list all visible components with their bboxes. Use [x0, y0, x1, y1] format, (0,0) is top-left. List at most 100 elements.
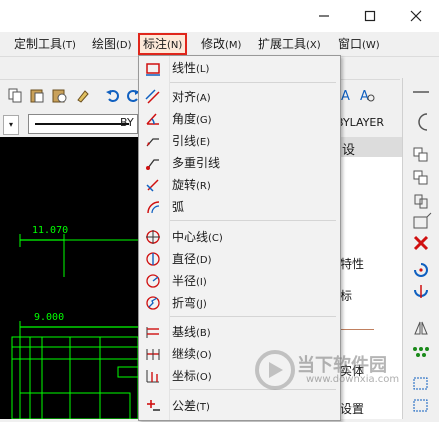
menu-item-rotated[interactable]: 旋转(R): [139, 174, 340, 196]
menu-label: 修改: [201, 37, 226, 51]
menu-extension-tools[interactable]: 扩展工具(X): [258, 35, 321, 53]
maximize-icon: [364, 10, 376, 22]
menu-accel: (D): [116, 40, 132, 51]
svg-text:A: A: [341, 89, 350, 103]
maximize-button[interactable]: [347, 0, 393, 32]
aligned-dim-icon: [145, 89, 160, 104]
baseline-icon: [146, 327, 159, 338]
menu-item-diameter[interactable]: 直径(D): [139, 248, 340, 270]
menu-item-label: 线性(L): [172, 61, 210, 75]
copy-icon[interactable]: [6, 86, 24, 104]
menu-accel: (X): [306, 40, 321, 51]
menu-item-tolerance[interactable]: 公差(T): [139, 395, 340, 417]
move-copy-icon[interactable]: [413, 170, 428, 185]
stretch-icon[interactable]: [413, 212, 432, 229]
menu-draw[interactable]: 绘图(D): [92, 35, 132, 53]
mirror-icon[interactable]: [414, 285, 428, 298]
radius-icon: [146, 274, 160, 288]
arc-length-icon: [147, 201, 160, 214]
menu-item-label: 继续(O): [172, 347, 212, 361]
menu-separator: [170, 220, 336, 221]
panel-divider: [340, 329, 374, 330]
paste-icon[interactable]: [28, 86, 46, 104]
rotate-icon[interactable]: [414, 263, 428, 277]
settings-label: 设置: [340, 402, 365, 416]
menu-label: 扩展工具: [258, 37, 307, 51]
delete-icon[interactable]: [413, 235, 429, 251]
tolerance-icon: [147, 400, 160, 411]
menu-item-label: 引线(E): [172, 134, 211, 148]
menu-item-aligned[interactable]: 对齐(A): [139, 86, 340, 108]
angular-dim-icon: [146, 113, 159, 125]
offset-icon[interactable]: [414, 194, 428, 209]
menu-item-label: 基线(B): [172, 325, 211, 339]
properties-label: 特性: [340, 257, 365, 271]
cad-drawing: [11, 234, 140, 420]
menu-item-jogged[interactable]: 折弯(J): [139, 292, 340, 314]
menu-item-radius[interactable]: 半径(I): [139, 270, 340, 292]
close-button[interactable]: [393, 0, 439, 32]
menu-accel: (N): [167, 40, 183, 51]
paste-special-icon[interactable]: [50, 86, 68, 104]
modify-toolbar: [402, 78, 439, 419]
menu-item-label: 坐标(O): [172, 369, 212, 383]
menu-item-leader[interactable]: 引线(E): [139, 130, 340, 152]
menu-item-arc[interactable]: 弧: [139, 196, 340, 218]
menu-item-label: 角度(G): [172, 112, 212, 126]
undo-icon[interactable]: [104, 86, 122, 104]
leader-icon: [146, 138, 159, 147]
menu-item-linear[interactable]: 线性(L): [139, 57, 340, 79]
properties-title: 设: [342, 143, 356, 158]
menu-window[interactable]: 窗口(W): [338, 35, 380, 53]
mirror-triangle-icon[interactable]: [414, 321, 428, 335]
watermark-logo: [255, 350, 295, 390]
dimension-text: 11.070: [32, 225, 69, 236]
menu-item-label: 中心线(C): [172, 230, 223, 244]
menu-item-label: 弧: [172, 200, 185, 214]
menu-item-label: 对齐(A): [172, 90, 211, 104]
coords-label: 标: [340, 289, 353, 303]
linetype-value: BY: [120, 116, 134, 129]
menu-item-angular[interactable]: 角度(G): [139, 108, 340, 130]
menu-separator: [170, 316, 336, 317]
minimize-icon: [319, 15, 329, 17]
drawing-canvas[interactable]: 11.070 9.000: [0, 137, 140, 420]
menu-item-label: 半径(I): [172, 274, 207, 288]
menu-accel: (T): [62, 40, 76, 51]
menu-item-label: 旋转(R): [172, 178, 211, 192]
continue-icon: [146, 349, 160, 360]
erase-icon[interactable]: [413, 147, 428, 162]
array-icon[interactable]: [413, 347, 429, 357]
menu-item-multileader[interactable]: 多重引线: [139, 152, 340, 174]
menu-item-baseline[interactable]: 基线(B): [139, 321, 340, 343]
linetype-preview: [35, 123, 129, 125]
circle-icon[interactable]: [418, 113, 428, 131]
menu-accel: (M): [225, 40, 242, 51]
watermark-url: www.downxia.com: [306, 374, 400, 385]
rotated-dim-icon: [146, 179, 159, 192]
layer-value: BYLAYER: [336, 116, 385, 129]
grid-select-icon[interactable]: [413, 377, 428, 412]
minimize-button[interactable]: [301, 0, 347, 32]
match-properties-icon[interactable]: [74, 86, 92, 104]
menu-custom-tools[interactable]: 定制工具(T): [14, 35, 76, 53]
menu-separator: [170, 82, 336, 83]
close-icon: [410, 10, 422, 22]
menu-item-label: 多重引线: [172, 156, 221, 170]
ordinate-icon: [146, 370, 159, 383]
menu-dimension[interactable]: 标注(N): [138, 33, 188, 55]
diameter-icon: [146, 252, 160, 266]
menu-accel: (W): [362, 40, 380, 51]
menu-label: 绘图: [92, 37, 117, 51]
centerline-icon: [146, 230, 160, 244]
menu-label: 窗口: [338, 37, 363, 51]
menu-modify[interactable]: 修改(M): [201, 35, 241, 53]
title-bar: [0, 0, 439, 32]
dropdown-arrow-icon[interactable]: ▾: [3, 115, 19, 135]
jogged-icon: [146, 296, 160, 310]
text-edit-icon[interactable]: A: [358, 86, 376, 104]
menu-item-label: 公差(T): [172, 399, 210, 413]
menu-item-centerline[interactable]: 中心线(C): [139, 226, 340, 248]
menu-item-label: 直径(D): [172, 252, 212, 266]
properties-header: 设: [340, 137, 402, 158]
